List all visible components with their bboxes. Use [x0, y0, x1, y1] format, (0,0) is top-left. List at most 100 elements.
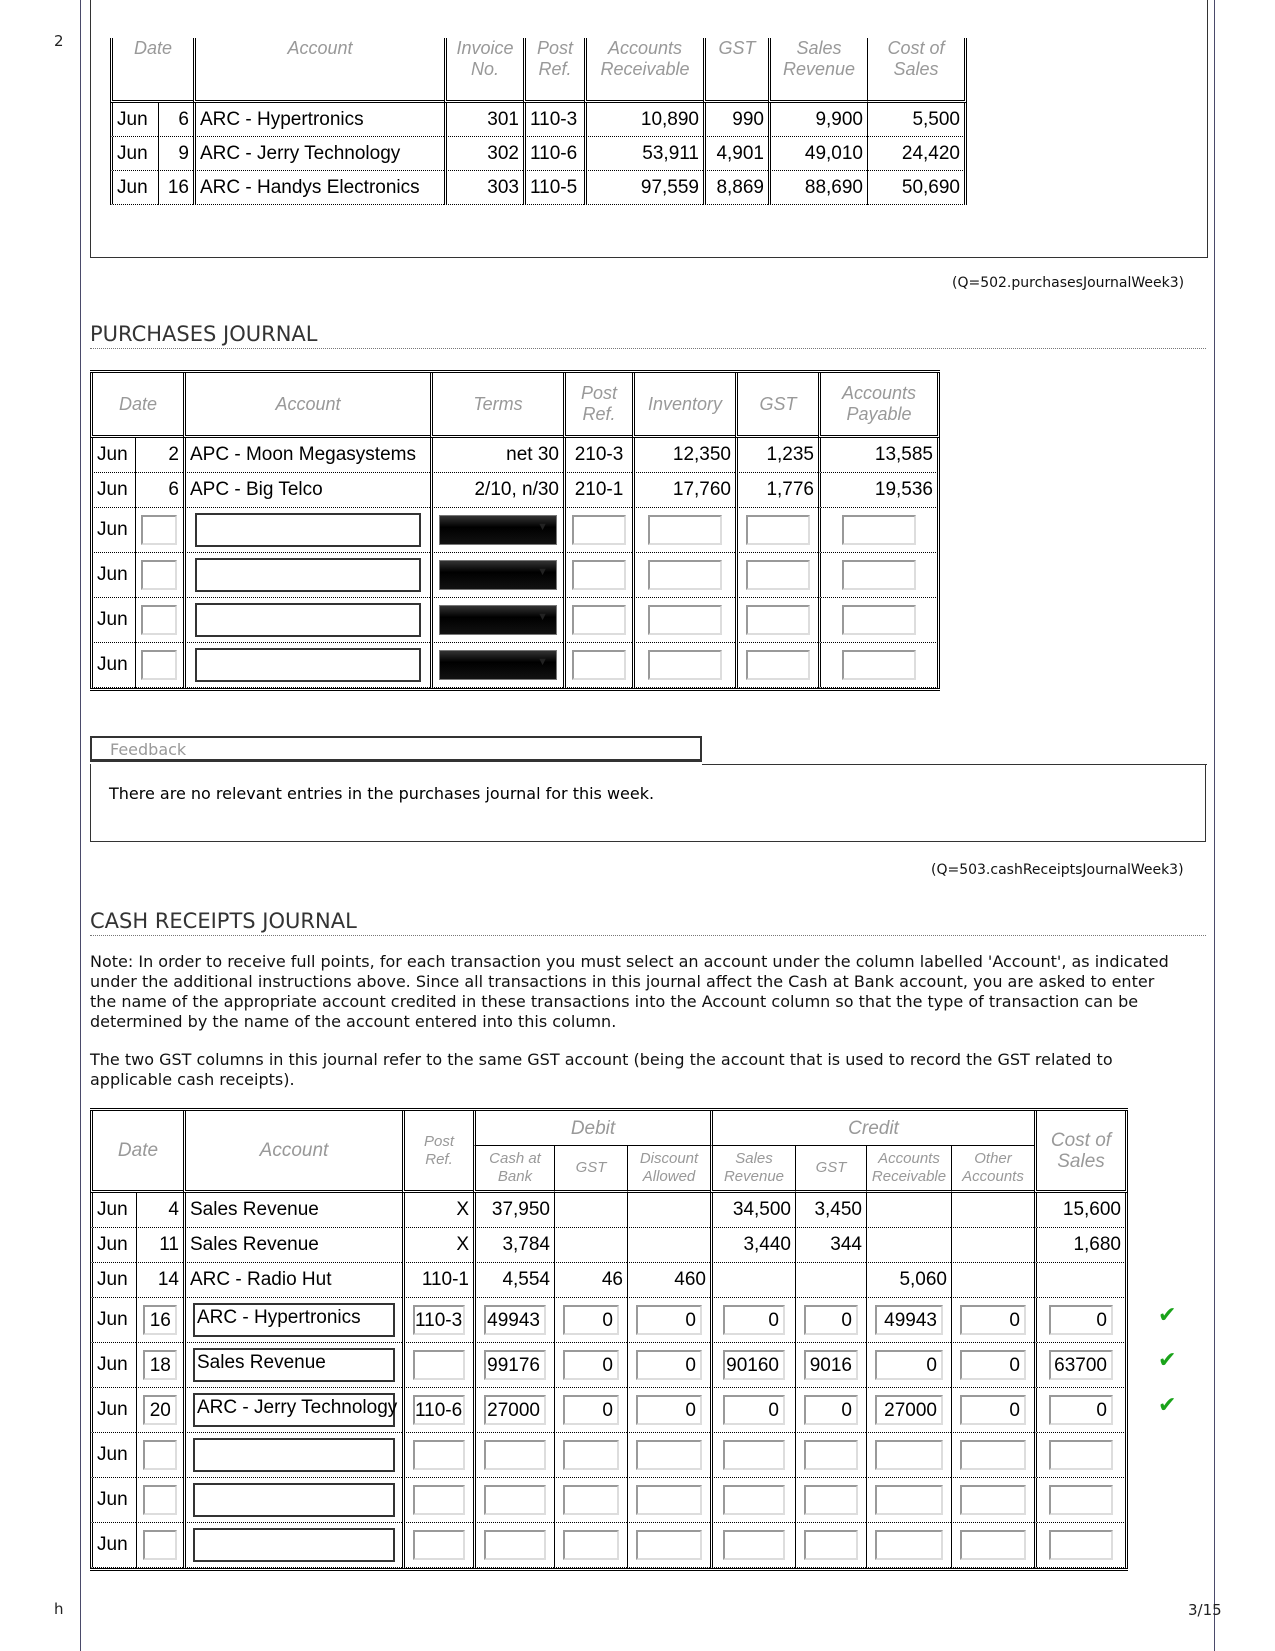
discount-allowed-input[interactable]	[636, 1485, 702, 1515]
discount-allowed-input[interactable]: 0	[636, 1350, 702, 1380]
cost-of-sales-input[interactable]	[1049, 1440, 1113, 1470]
inventory-input[interactable]	[648, 650, 722, 680]
post-ref-input[interactable]	[413, 1440, 465, 1470]
accounts-receivable-input[interactable]	[875, 1485, 943, 1515]
credit-gst-input[interactable]: 9016	[804, 1350, 858, 1380]
cost-of-sales-input[interactable]	[1049, 1485, 1113, 1515]
post-ref-input[interactable]	[413, 1530, 465, 1560]
post-ref-input[interactable]	[572, 515, 626, 545]
cell-accounts-receivable: 49943	[866, 1298, 951, 1343]
discount-allowed-input[interactable]: 0	[636, 1305, 702, 1335]
sales-revenue-input[interactable]: 90160	[723, 1350, 785, 1380]
debit-gst-input[interactable]: 0	[563, 1305, 619, 1335]
date-day-input[interactable]	[142, 1485, 177, 1515]
discount-allowed-input[interactable]	[636, 1530, 702, 1560]
cash-at-bank-input[interactable]: 49943	[484, 1305, 546, 1335]
post-ref-input[interactable]: 110-6	[413, 1395, 465, 1425]
accounts-receivable-input[interactable]: 0	[875, 1350, 943, 1380]
post-ref-input[interactable]: 110-3	[413, 1305, 465, 1335]
terms-select[interactable]: ▼	[439, 515, 557, 545]
debit-gst-input[interactable]	[563, 1440, 619, 1470]
cost-of-sales-input[interactable]: 0	[1049, 1305, 1113, 1335]
post-ref-input[interactable]	[413, 1350, 465, 1380]
gst-input[interactable]	[746, 605, 810, 635]
debit-gst-input[interactable]: 0	[563, 1350, 619, 1380]
accounts-payable-input[interactable]	[842, 515, 916, 545]
account-input[interactable]	[195, 603, 421, 637]
account-input[interactable]	[195, 558, 421, 592]
accounts-receivable-input[interactable]	[875, 1530, 943, 1560]
other-accounts-input[interactable]: 0	[960, 1305, 1026, 1335]
post-ref-input[interactable]	[572, 560, 626, 590]
cash-at-bank-input[interactable]: 99176	[484, 1350, 546, 1380]
sales-revenue-input[interactable]	[723, 1440, 785, 1470]
date-day-input[interactable]: 18	[142, 1350, 177, 1380]
sales-revenue-input[interactable]: 0	[723, 1305, 785, 1335]
sales-revenue-input[interactable]: 0	[723, 1395, 785, 1425]
gst-input[interactable]	[746, 650, 810, 680]
accounts-receivable-input[interactable]: 27000	[875, 1395, 943, 1425]
credit-gst-input[interactable]	[804, 1485, 858, 1515]
accounts-payable-input[interactable]	[842, 650, 916, 680]
cash-at-bank-input[interactable]	[484, 1485, 546, 1515]
day-input[interactable]	[141, 650, 178, 680]
inventory-input[interactable]	[648, 605, 722, 635]
other-accounts-input[interactable]	[960, 1485, 1026, 1515]
accounts-receivable-input[interactable]: 49943	[875, 1305, 943, 1335]
other-accounts-input[interactable]: 0	[960, 1395, 1026, 1425]
day-input[interactable]	[141, 605, 178, 635]
other-accounts-input[interactable]	[960, 1440, 1026, 1470]
inventory-input[interactable]	[648, 560, 722, 590]
post-ref-input[interactable]	[572, 605, 626, 635]
account-input[interactable]: ARC - Hypertronics	[193, 1303, 395, 1337]
credit-gst-input[interactable]	[804, 1440, 858, 1470]
col-date: Date	[90, 373, 183, 438]
cell-post-ref	[402, 1433, 473, 1478]
terms-select[interactable]: ▼	[439, 560, 557, 590]
account-input[interactable]	[193, 1438, 395, 1472]
cash-at-bank-input[interactable]	[484, 1530, 546, 1560]
gst-input[interactable]	[746, 515, 810, 545]
discount-allowed-input[interactable]: 0	[636, 1395, 702, 1425]
terms-select[interactable]: ▼	[439, 650, 557, 680]
debit-gst-input[interactable]	[563, 1485, 619, 1515]
date-day-input[interactable]	[142, 1440, 177, 1470]
cell-credit-gst	[795, 1523, 866, 1568]
date-day-input[interactable]: 16	[142, 1305, 177, 1335]
credit-gst-input[interactable]: 0	[804, 1395, 858, 1425]
date-day-input[interactable]	[142, 1530, 177, 1560]
cash-at-bank-input[interactable]	[484, 1440, 546, 1470]
day-input[interactable]	[141, 515, 178, 545]
accounts-payable-input[interactable]	[842, 605, 916, 635]
post-ref-input[interactable]	[572, 650, 626, 680]
cell-account: Sales Revenue	[183, 1228, 402, 1263]
terms-select[interactable]: ▼	[439, 605, 557, 635]
account-input[interactable]: Sales Revenue	[193, 1348, 395, 1382]
debit-gst-input[interactable]: 0	[563, 1395, 619, 1425]
cell-cost-of-sales: 15,600	[1034, 1193, 1128, 1228]
day-input[interactable]	[141, 560, 178, 590]
discount-allowed-input[interactable]	[636, 1440, 702, 1470]
other-accounts-input[interactable]	[960, 1530, 1026, 1560]
cost-of-sales-input[interactable]: 63700	[1049, 1350, 1113, 1380]
account-input[interactable]	[195, 648, 421, 682]
credit-gst-input[interactable]	[804, 1530, 858, 1560]
sales-revenue-input[interactable]	[723, 1485, 785, 1515]
cost-of-sales-input[interactable]: 0	[1049, 1395, 1113, 1425]
sales-revenue-input[interactable]	[723, 1530, 785, 1560]
account-input[interactable]	[195, 513, 421, 547]
date-day-input[interactable]: 20	[142, 1395, 177, 1425]
account-input[interactable]	[193, 1528, 395, 1562]
cost-of-sales-input[interactable]	[1049, 1530, 1113, 1560]
account-input[interactable]: ARC - Jerry Technology	[193, 1393, 397, 1427]
credit-gst-input[interactable]: 0	[804, 1305, 858, 1335]
account-input[interactable]	[193, 1483, 395, 1517]
post-ref-input[interactable]	[413, 1485, 465, 1515]
debit-gst-input[interactable]	[563, 1530, 619, 1560]
accounts-payable-input[interactable]	[842, 560, 916, 590]
gst-input[interactable]	[746, 560, 810, 590]
accounts-receivable-input[interactable]	[875, 1440, 943, 1470]
cash-at-bank-input[interactable]: 27000	[484, 1395, 546, 1425]
inventory-input[interactable]	[648, 515, 722, 545]
other-accounts-input[interactable]: 0	[960, 1350, 1026, 1380]
